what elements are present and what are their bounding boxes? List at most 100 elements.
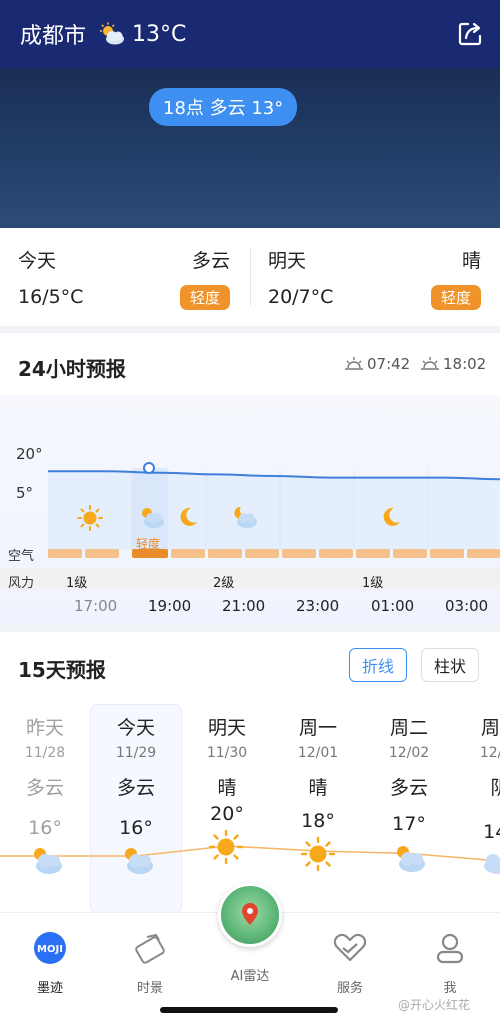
wind-level: 2级 <box>213 576 235 591</box>
aq-segment <box>393 549 427 558</box>
current-temp: 13°C <box>132 21 187 47</box>
section-title: 24小时预报 <box>18 357 126 381</box>
moon-icon <box>180 507 197 526</box>
toggle-line-chart[interactable]: 折线 <box>349 648 408 682</box>
selected-point <box>143 462 155 474</box>
sunset-icon <box>421 357 439 370</box>
sunrise-time: 07:42 <box>367 355 411 373</box>
aq-segment <box>430 549 464 558</box>
wind-level: 1级 <box>66 576 88 591</box>
hour-label: 17:00 <box>74 597 118 615</box>
sunrise-icon <box>345 357 363 370</box>
radar-map-icon <box>242 903 258 925</box>
day-condition: 晴 <box>461 250 481 272</box>
aq-segment <box>282 549 316 558</box>
day-date: 12/02 <box>388 745 430 761</box>
day-name: 周三 <box>480 717 500 739</box>
aq-segment-selected <box>132 549 168 558</box>
sun-icon <box>300 836 336 872</box>
hourly-temp-chart[interactable] <box>0 440 500 560</box>
day-condition: 阴 <box>490 777 500 799</box>
nav-item-moji[interactable]: MOJI 墨迹 <box>10 931 90 996</box>
nav-item-service[interactable]: 服务 <box>310 931 390 996</box>
aq-segment <box>319 549 353 558</box>
wind-level: 1级 <box>362 576 384 591</box>
svg-text:MOJI: MOJI <box>37 944 63 955</box>
sun-icon <box>208 829 244 865</box>
air-row-label: 空气 <box>8 549 35 564</box>
day-name: 今天 <box>116 717 155 739</box>
day-name: 周一 <box>298 717 337 739</box>
service-icon <box>333 933 367 962</box>
day-date: 12/03 <box>479 745 500 761</box>
hour-label: 23:00 <box>296 597 340 615</box>
today-summary[interactable]: 今天 多云 16/5°C 轻度 <box>18 228 230 326</box>
partly-cloudy-icon <box>397 846 425 872</box>
moji-icon: MOJI <box>34 932 66 964</box>
moon-icon <box>383 507 400 526</box>
nav-label: 时景 <box>136 981 163 996</box>
share-icon[interactable] <box>456 20 484 48</box>
sunset: 18:02 <box>420 355 486 373</box>
aq-segment <box>85 549 119 558</box>
day-condition: 晴 <box>217 777 237 799</box>
nav-label: 我 <box>443 981 457 996</box>
nav-label: 服务 <box>336 981 363 996</box>
nav-item-scenery[interactable]: 时景 <box>110 931 190 996</box>
home-indicator <box>160 1007 338 1013</box>
temp-area <box>48 471 500 550</box>
temp-range: 16/5°C <box>18 286 84 308</box>
daily-summary-card[interactable]: 今天 多云 16/5°C 轻度 明天 晴 20/7°C 轻度 <box>0 228 500 326</box>
nav-item-me[interactable]: 我 <box>410 931 490 996</box>
day-condition: 多云 <box>191 250 230 272</box>
partly-cloudy-icon <box>125 848 153 874</box>
air-quality-bar <box>48 549 500 559</box>
hour-label: 21:00 <box>222 597 266 615</box>
aq-segment <box>467 549 500 558</box>
day-date: 11/30 <box>206 745 248 761</box>
top-bar: 成都市 13°C <box>0 0 500 68</box>
aq-segment <box>245 549 279 558</box>
hour-label: 19:00 <box>148 597 192 615</box>
wind-row-label: 风力 <box>8 576 35 591</box>
day-date: 11/28 <box>24 745 66 761</box>
aqi-badge: 轻度 <box>179 285 230 310</box>
profile-icon <box>436 933 464 964</box>
radar-icon[interactable] <box>218 883 282 947</box>
day-name: 昨天 <box>25 717 64 739</box>
sunset-time: 18:02 <box>443 355 487 373</box>
nav-label[interactable]: AI雷达 <box>210 965 290 984</box>
partly-cloudy-night-icon <box>234 506 257 528</box>
day-date: 11/29 <box>115 745 157 761</box>
partly-cloudy-icon <box>34 848 62 874</box>
day-condition: 多云 <box>25 777 64 799</box>
city-name[interactable]: 成都市 <box>20 18 86 50</box>
sunrise: 07:42 <box>344 355 410 373</box>
aq-segment <box>171 549 205 558</box>
photo-icon <box>135 933 165 964</box>
hour-tooltip: 18点 多云 13° <box>149 88 298 126</box>
aq-segment <box>208 549 242 558</box>
temp-range: 20/7°C <box>268 286 334 308</box>
day-name: 明天 <box>207 717 246 739</box>
sun-icon <box>77 505 103 531</box>
watermark: @开心火红花 <box>398 998 471 1012</box>
day-condition: 多云 <box>389 777 428 799</box>
y-label-high: 20° <box>16 445 43 463</box>
hour-label: 01:00 <box>371 597 415 615</box>
tomorrow-summary[interactable]: 明天 晴 20/7°C 轻度 <box>268 228 481 326</box>
cloud-icon <box>484 854 500 874</box>
divider <box>250 248 251 306</box>
day-date: 12/01 <box>297 745 339 761</box>
day-condition: 晴 <box>308 777 328 799</box>
day-name: 明天 <box>268 250 307 272</box>
partly-cloudy-sun-icon <box>100 22 125 45</box>
toggle-bar-chart[interactable]: 柱状 <box>421 648 480 682</box>
aq-segment <box>48 549 82 558</box>
day-name: 周二 <box>389 717 428 739</box>
nav-label: 墨迹 <box>36 981 63 996</box>
aqi-badge: 轻度 <box>430 285 481 310</box>
hour-label: 03:00 <box>445 597 489 615</box>
y-label-low: 5° <box>16 484 34 502</box>
aq-segment <box>356 549 390 558</box>
